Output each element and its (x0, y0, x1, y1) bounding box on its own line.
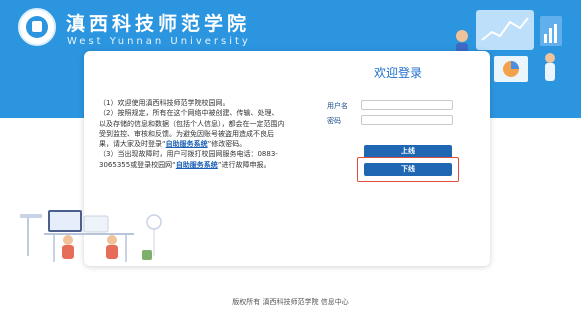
notice-item-2: （2）按照规定，所有在这个网络中被创建、传输、处理、以及存储的信息和数据（包括个… (99, 109, 285, 149)
notice-item-1: （1）欢迎使用滇西科技师范学院校园网。 (99, 99, 230, 107)
username-input[interactable] (361, 100, 453, 110)
self-service-link[interactable]: 自助服务系统 (166, 140, 208, 148)
username-label: 用户名 (327, 102, 348, 110)
office-illustration (20, 210, 162, 262)
password-label: 密码 (327, 117, 341, 125)
footer-copyright: 版权所有 滇西科技师范学院 信息中心 (232, 298, 349, 306)
school-name-cn: 滇西科技师范学院 (66, 13, 251, 35)
school-logo (18, 8, 56, 46)
self-service-link-2[interactable]: 自助服务系统 (176, 161, 218, 169)
school-name-en: West Yunnan University (67, 36, 251, 47)
notice-item-3: （3）当出现故障时，用户可拨打校园网服务电话：0883-3065355或登录校园… (99, 150, 278, 169)
login-title: 欢迎登录 (373, 66, 422, 80)
notice-text: （1）欢迎使用滇西科技师范学院校园网。 （2）按照规定，所有在这个网络中被创建、… (99, 98, 285, 170)
password-input[interactable] (361, 115, 453, 125)
logout-button[interactable]: 下线 (364, 163, 452, 176)
